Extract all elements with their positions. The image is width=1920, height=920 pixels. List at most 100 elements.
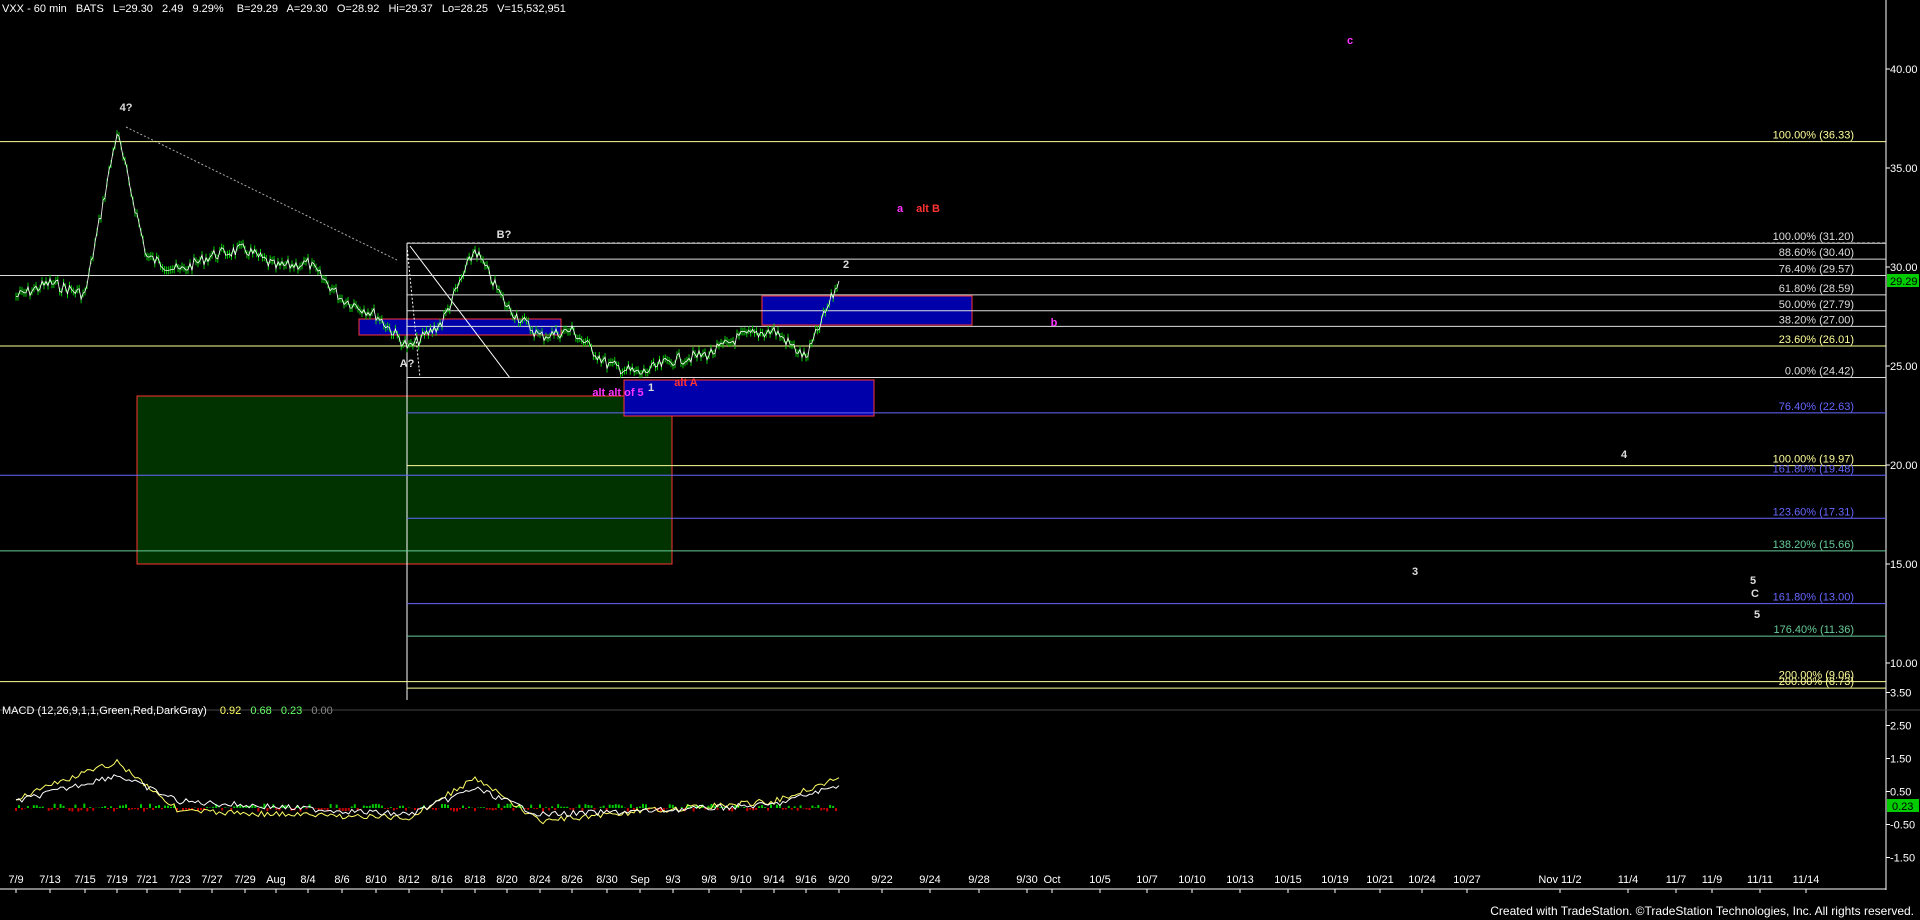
- macd-line-signal: [15, 774, 840, 818]
- x-tick-label: 11/4: [1618, 874, 1639, 886]
- wave-label: 5: [1750, 575, 1756, 587]
- chart-canvas: VXX - 60 min BATS L=29.30 2.49 9.29% B=2…: [0, 0, 1920, 893]
- y-tick-label: 30.00: [1890, 262, 1918, 274]
- fib-label: 100.00% (31.20): [1773, 231, 1854, 243]
- x-tick-label: 7/19: [106, 874, 127, 886]
- x-tick-label: 9/24: [919, 874, 940, 886]
- macd-y-tick-label: 0.50: [1890, 787, 1911, 799]
- y-tick-label: 15.00: [1890, 559, 1918, 571]
- macd-y-tick-label: 3.50: [1890, 688, 1911, 700]
- x-tick-label: Nov 11/2: [1538, 874, 1581, 886]
- x-tick-label: 10/21: [1366, 874, 1394, 886]
- x-tick-label: 9/10: [730, 874, 751, 886]
- fib-label: 50.00% (27.79): [1779, 299, 1854, 311]
- wave-label: 4?: [120, 102, 133, 114]
- price-axis: 40.00 35.00 30.00 25.00 20.00 15.00 10.00: [1886, 64, 1918, 670]
- macd-y-tick-label: -0.50: [1890, 820, 1915, 832]
- fib-label: 76.40% (22.63): [1779, 401, 1854, 413]
- x-tick-label: 8/4: [300, 874, 315, 886]
- x-tick-label: Oct: [1043, 874, 1060, 886]
- x-tick-label: 9/8: [701, 874, 716, 886]
- fib-label: 161.80% (19.48): [1773, 463, 1854, 475]
- x-tick-label: 7/21: [136, 874, 157, 886]
- fib-label: 100.00% (36.33): [1773, 130, 1854, 142]
- y-tick-label: 40.00: [1890, 64, 1918, 76]
- x-tick-label: 8/10: [365, 874, 386, 886]
- x-tick-label: 11/7: [1666, 874, 1687, 886]
- x-tick-label: 8/6: [334, 874, 349, 886]
- macd-series: [15, 758, 840, 825]
- x-tick-label: 8/26: [561, 874, 582, 886]
- x-tick-label: 9/16: [795, 874, 816, 886]
- wave-label: B?: [497, 229, 512, 241]
- x-tick-label: 8/24: [529, 874, 550, 886]
- x-tick-label: 7/27: [201, 874, 222, 886]
- fib-label: 0.00% (24.42): [1785, 365, 1854, 377]
- header-line: VXX - 60 min BATS L=29.30 2.49 9.29% B=2…: [2, 3, 566, 15]
- fib-label: 38.20% (27.00): [1779, 314, 1854, 326]
- fib-label: 88.60% (30.40): [1779, 247, 1854, 259]
- wave-label: 1: [648, 382, 654, 394]
- wave-label: alt B: [916, 203, 940, 215]
- copyright-footer: Created with TradeStation. ©TradeStation…: [1490, 904, 1914, 918]
- x-tick-label: 8/20: [496, 874, 517, 886]
- fib-label: 23.60% (26.01): [1779, 334, 1854, 346]
- x-tick-label: 8/16: [431, 874, 452, 886]
- fib-label: 123.60% (17.31): [1773, 506, 1854, 518]
- wave-label: A?: [400, 358, 415, 370]
- x-tick-label: 10/15: [1274, 874, 1302, 886]
- wave-label: C: [1751, 588, 1759, 600]
- wave-label: 3: [1412, 566, 1418, 578]
- macd-y-tick-label: 2.50: [1890, 721, 1911, 733]
- blue-box-3: [623, 379, 875, 417]
- x-tick-label: 7/9: [8, 874, 23, 886]
- fib-label: 61.80% (28.59): [1779, 283, 1854, 295]
- x-tick-label: 11/11: [1747, 874, 1773, 886]
- x-tick-label: 9/28: [968, 874, 989, 886]
- macd-tag: 0.23: [1892, 801, 1913, 813]
- y-tick-label: 25.00: [1890, 361, 1918, 373]
- macd-header: MACD (12,26,9,1,1,Green,Red,DarkGray) 0.…: [2, 705, 333, 717]
- wave-label: alt A: [674, 377, 697, 389]
- x-tick-label: 9/22: [871, 874, 892, 886]
- x-tick-label: 9/30: [1016, 874, 1037, 886]
- fib-label: 176.40% (11.36): [1773, 624, 1854, 636]
- green-target-zone: [136, 395, 673, 565]
- x-tick-label: 7/15: [74, 874, 95, 886]
- y-tick-label: 10.00: [1890, 658, 1918, 670]
- y-tick-label: 20.00: [1890, 460, 1918, 472]
- x-tick-label: 11/9: [1702, 874, 1723, 886]
- x-tick-label: 10/19: [1321, 874, 1349, 886]
- price-series: [15, 130, 840, 379]
- fib-label: 138.20% (15.66): [1773, 539, 1854, 551]
- fib-label: 200.00% (8.73): [1779, 676, 1854, 688]
- y-tick-label: 35.00: [1890, 163, 1918, 175]
- x-tick-label: 10/7: [1136, 874, 1157, 886]
- x-tick-label: 8/12: [398, 874, 419, 886]
- x-tick-label: 10/5: [1089, 874, 1110, 886]
- x-tick-label: 9/3: [665, 874, 680, 886]
- wave-label: 2: [843, 259, 849, 271]
- fib-label: 76.40% (29.57): [1779, 264, 1854, 276]
- wave-label: alt alt of 5: [592, 387, 643, 399]
- x-tick-label: 8/30: [596, 874, 617, 886]
- x-tick-label: 7/23: [169, 874, 190, 886]
- macd-y-tick-label: -1.50: [1890, 853, 1915, 865]
- wave-label: 5: [1754, 609, 1760, 621]
- x-tick-label: 10/24: [1408, 874, 1436, 886]
- fib-label: 161.80% (13.00): [1773, 592, 1854, 604]
- x-tick-label: 9/20: [828, 874, 849, 886]
- x-tick-label: 10/10: [1178, 874, 1206, 886]
- x-tick-label: 10/13: [1226, 874, 1254, 886]
- time-axis: 7/9 7/13 7/15 7/19 7/21 7/23 7/27 7/29 Aug 8/4 8/6…: [8, 874, 1819, 893]
- macd-y-tick-label: 1.50: [1890, 754, 1911, 766]
- dashed-trendline: [125, 126, 398, 261]
- wave-label: 4: [1621, 449, 1628, 461]
- macd-axis: 3.50 2.50 1.50 0.50 -0.50 -1.50: [1886, 688, 1915, 865]
- wave-label: c: [1347, 35, 1353, 47]
- x-tick-label: Sep: [630, 874, 650, 886]
- wave-label: a: [897, 203, 904, 215]
- x-tick-label: 11/14: [1793, 874, 1820, 886]
- wave-label: b: [1051, 317, 1058, 329]
- x-tick-label: 7/29: [234, 874, 255, 886]
